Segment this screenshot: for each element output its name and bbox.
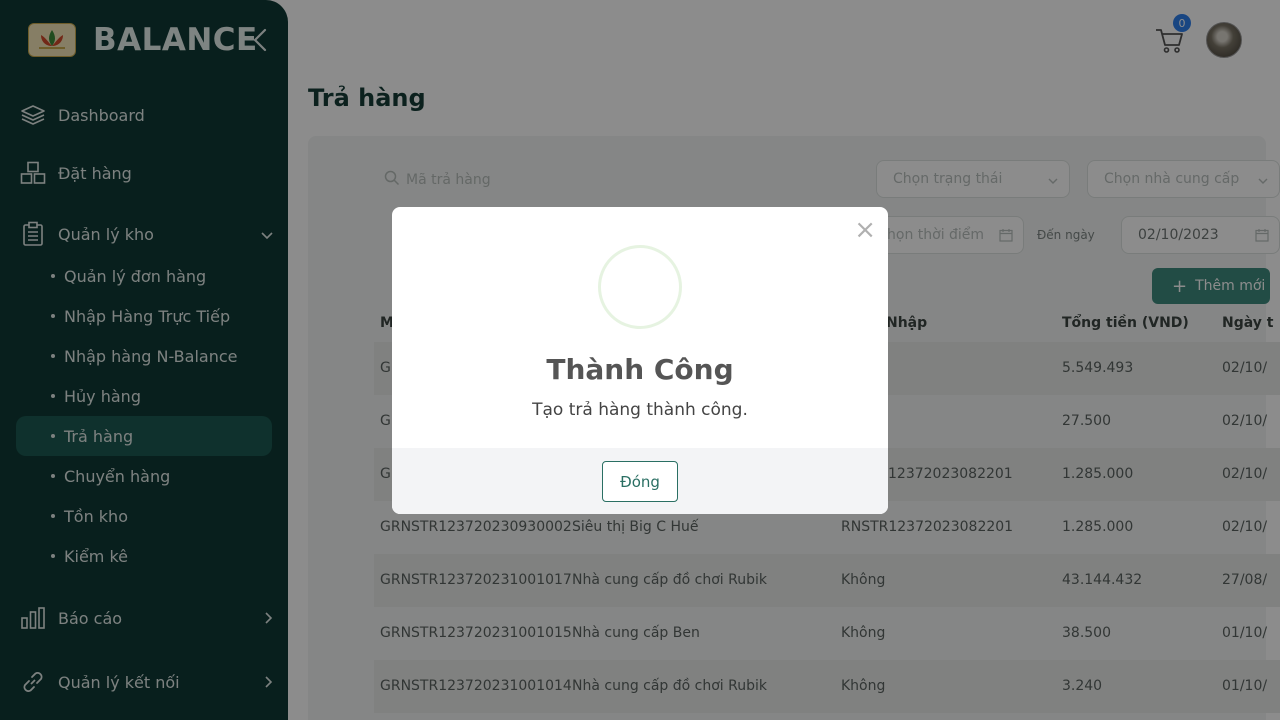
success-dialog: × Thành Công Tạo trả hàng thành công. Đó… (392, 207, 888, 514)
close-icon[interactable]: × (854, 217, 876, 243)
dialog-footer: Đóng (392, 448, 888, 514)
dialog-message: Tạo trả hàng thành công. (532, 400, 748, 420)
dialog-title: Thành Công (546, 353, 734, 386)
close-button[interactable]: Đóng (602, 461, 678, 502)
success-spinner-icon (598, 245, 682, 329)
